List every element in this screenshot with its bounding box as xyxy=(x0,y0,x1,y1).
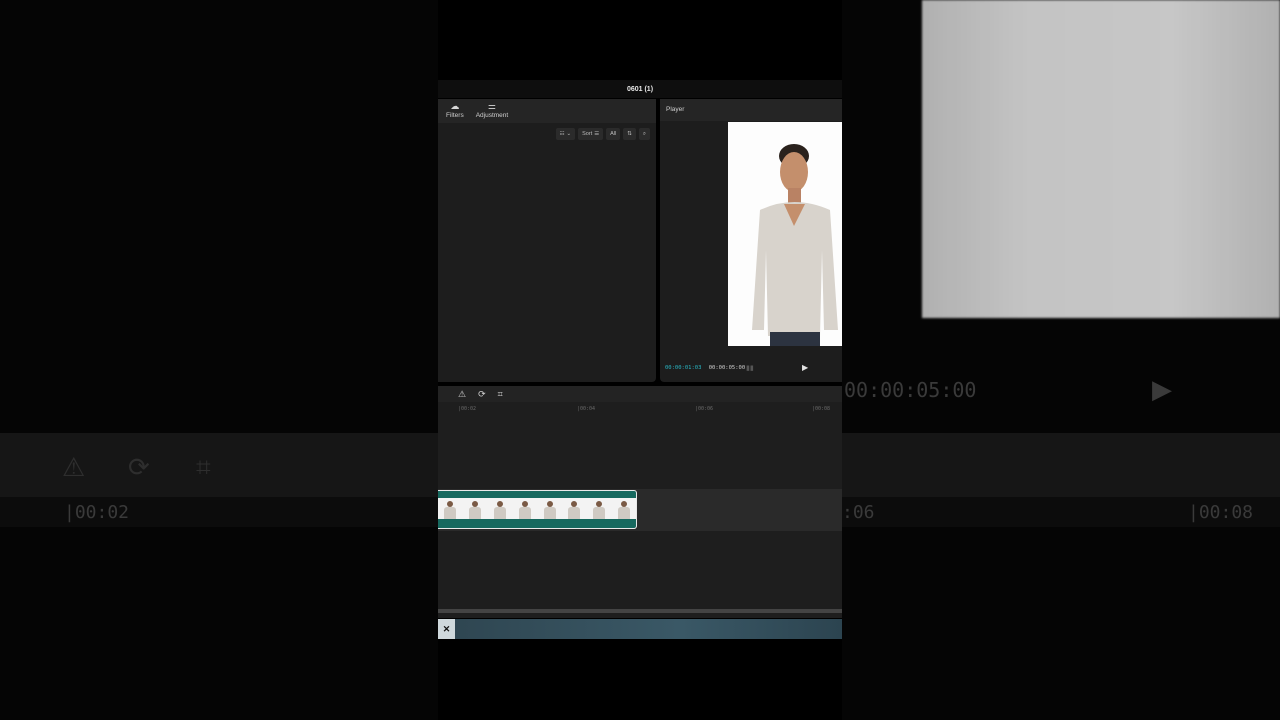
clip-thumbnail xyxy=(438,498,463,519)
timeline-ruler[interactable]: |00:02 |00:04 |00:06 |00:08 xyxy=(438,404,842,416)
total-time: 00:00:05:00 xyxy=(708,365,746,371)
background-photo xyxy=(922,0,1280,318)
media-tabs: ☁ Filters ⚌ Adjustment xyxy=(438,99,656,123)
tab-adjustment-label: Adjustment xyxy=(475,112,509,119)
filter-all-label: All xyxy=(610,131,617,137)
ruler-tick: |00:08 xyxy=(812,406,831,412)
editor-app: 0601 (1) ☁ Filters ⚌ Adjustment ☷ ⌄ Sort… xyxy=(438,0,842,720)
video-preview[interactable] xyxy=(728,122,842,346)
crop-icon[interactable]: ⌗ xyxy=(498,389,503,400)
adjustment-icon: ⚌ xyxy=(487,101,496,111)
clip-thumbnail xyxy=(587,498,612,519)
background-left: ⚠ ⟳ ⌗ |00:02 xyxy=(0,0,438,720)
tab-adjustment[interactable]: ⚌ Adjustment xyxy=(476,99,509,123)
player-header: Player xyxy=(660,99,842,121)
chevron-down-icon: ⌄ xyxy=(566,131,572,137)
search-button[interactable]: ⌕ xyxy=(638,128,650,140)
video-clip[interactable] xyxy=(438,490,637,529)
sort-button[interactable]: Sort ☰ xyxy=(578,128,604,140)
background-toolbar-band xyxy=(842,433,1280,497)
background-mirror-icon: ⚠ xyxy=(62,452,86,482)
clip-thumbnail xyxy=(513,498,538,519)
filter-all-button[interactable]: All xyxy=(606,128,621,140)
timeline-panel: ⚠ ⟳ ⌗ |00:02 |00:04 |00:06 |00:08 xyxy=(438,386,842,618)
clip-thumbnails xyxy=(438,498,636,519)
filter-icon: ⇅ xyxy=(627,131,632,137)
clip-thumbnail xyxy=(562,498,587,519)
app-bottom-bar: ✕ xyxy=(438,619,842,639)
background-total-time: 00:00:05:00 xyxy=(844,378,977,402)
view-mode-button[interactable]: ☷ ⌄ xyxy=(555,128,576,140)
filter-button[interactable]: ⇅ xyxy=(623,128,636,140)
clip-thumbnail xyxy=(488,498,513,519)
play-button[interactable]: ▶ xyxy=(802,363,808,372)
sort-icon: ☰ xyxy=(594,131,600,137)
background-tick-label: |00:02 xyxy=(64,502,130,523)
frame-grid-icon[interactable]: ▮▮ xyxy=(746,364,754,372)
clip-thumbnail xyxy=(612,498,636,519)
background-tick-label: |00:08 xyxy=(1188,502,1254,523)
media-toolbar: ☷ ⌄ Sort ☰ All ⇅ ⌕ xyxy=(555,128,650,140)
ruler-tick: |00:02 xyxy=(458,406,477,412)
media-panel: ☁ Filters ⚌ Adjustment ☷ ⌄ Sort ☰ All ⇅ xyxy=(438,99,656,382)
grid-view-icon: ☷ xyxy=(559,131,565,137)
background-play-icon: ▶ xyxy=(1152,374,1172,404)
timeline-scrollbar[interactable] xyxy=(438,609,842,613)
current-time: 00:00:01:03 xyxy=(665,365,702,371)
background-rotate-icon: ⟳ xyxy=(128,452,150,482)
player-timecode: 00:00:01:03 00:00:05:00 xyxy=(665,365,745,371)
clip-thumbnail xyxy=(463,498,488,519)
tab-filters-label: Filters xyxy=(446,112,464,119)
search-icon: ⌕ xyxy=(642,130,646,137)
mirror-icon[interactable]: ⚠ xyxy=(458,389,466,400)
capcut-logo-icon: ✕ xyxy=(438,619,455,639)
ruler-tick: |00:06 xyxy=(695,406,714,412)
play-icon: ▶ xyxy=(802,363,809,372)
sort-label: Sort xyxy=(582,131,593,137)
timeline-toolbar: ⚠ ⟳ ⌗ xyxy=(438,386,842,402)
tab-filters[interactable]: ☁ Filters xyxy=(446,99,464,123)
player-panel: Player 00:00:01:03 00:00:05:00 ▮▮ ▶ xyxy=(660,99,842,382)
background-right: 00:00:05:00 ▶ :06 |00:08 xyxy=(842,0,1280,720)
filters-icon: ☁ xyxy=(450,101,460,111)
background-tick-label: :06 xyxy=(842,502,875,523)
project-title: 0601 (1) xyxy=(438,80,842,98)
preview-person-image xyxy=(752,144,838,346)
clip-thumbnail xyxy=(538,498,563,519)
ruler-tick: |00:04 xyxy=(577,406,596,412)
background-crop-icon: ⌗ xyxy=(196,452,211,482)
rotate-icon[interactable]: ⟳ xyxy=(478,389,486,400)
